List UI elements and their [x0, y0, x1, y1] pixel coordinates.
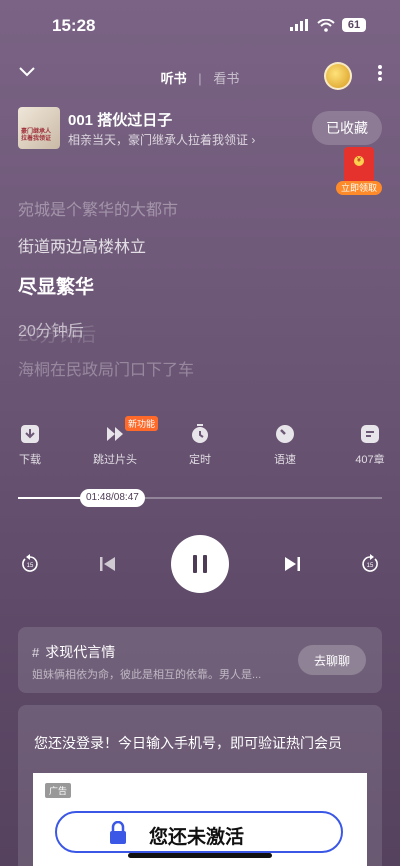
transcript-line: 宛城是个繁华的大都市: [18, 202, 179, 219]
login-promo-card: 您还没登录！今日输入手机号，即可验证热门会员 广告 您还未激活: [18, 705, 382, 866]
new-feature-badge: 新功能: [125, 416, 159, 431]
chat-button[interactable]: 去聊聊: [298, 645, 366, 675]
download-button[interactable]: 下载: [0, 424, 60, 467]
home-indicator: [128, 853, 272, 858]
timer-icon: [192, 424, 208, 443]
ad-activate-button[interactable]: 您还未激活: [55, 811, 343, 853]
rewind-15-icon: 15: [22, 554, 38, 572]
coin-icon[interactable]: [324, 62, 352, 90]
next-icon: [285, 557, 300, 571]
skip-intro-icon: [107, 427, 123, 441]
transcript-line: 海桐在民政局门口下了车: [18, 362, 195, 379]
tab-read[interactable]: 看书: [213, 71, 239, 86]
tab-listen[interactable]: 听书: [161, 71, 187, 86]
red-envelope-icon: ¥: [344, 147, 374, 183]
signal-icon: [290, 19, 308, 31]
previous-icon: [100, 557, 115, 571]
download-icon: [21, 425, 39, 443]
player-options: 下载 新功能 跳过片头 定时 语速 407章: [0, 416, 400, 472]
pause-button[interactable]: [171, 535, 229, 593]
progress-knob[interactable]: 01:48/08:47: [80, 489, 145, 507]
red-packet-label: 立即领取: [336, 181, 382, 195]
svg-text:15: 15: [27, 563, 34, 569]
wifi-icon: [317, 18, 335, 32]
next-chapter-button[interactable]: [282, 554, 302, 579]
playback-controls: 15 15: [0, 535, 400, 593]
speed-button[interactable]: 语速: [255, 424, 315, 467]
pause-icon: [193, 555, 207, 573]
skip-intro-button[interactable]: 新功能 跳过片头: [85, 416, 159, 467]
recommendation-card[interactable]: # 求现代言情 姐妹俩相依为命，彼此是相互的依靠。男人是... 去聊聊: [18, 627, 382, 693]
battery-indicator: 61: [342, 18, 366, 32]
svg-text:15: 15: [367, 563, 374, 569]
status-time: 15:28: [52, 16, 96, 35]
login-promo-text: 您还没登录！今日输入手机号，即可验证热门会员: [34, 735, 342, 751]
book-subtitle-link[interactable]: 相亲当天，豪门继承人拉着我领证 ›: [68, 131, 255, 148]
status-icons: 61: [290, 18, 366, 32]
chapter-list-icon: [361, 425, 379, 443]
favorite-button[interactable]: 已收藏: [312, 111, 382, 145]
cover-text: 豪门继承人 拉着我领证: [21, 129, 52, 142]
status-bar: 15:28 61: [0, 0, 400, 52]
recommendation-desc: 姐妹俩相依为命，彼此是相互的依靠。男人是...: [32, 669, 262, 681]
forward-15-button[interactable]: 15: [360, 554, 380, 579]
red-packet-promo[interactable]: ¥ 立即领取: [336, 147, 382, 197]
timer-button[interactable]: 定时: [170, 424, 230, 467]
chapter-title: 001 搭伙过日子: [68, 112, 173, 129]
recommendation-title: # 求现代言情: [32, 644, 116, 660]
speed-icon: [276, 425, 294, 443]
forward-15-icon: 15: [362, 554, 378, 572]
book-cover[interactable]: 豪门继承人 拉着我领证: [18, 107, 60, 149]
top-bar: 听书 | 看书: [0, 60, 400, 92]
book-info: 豪门继承人 拉着我领证 001 搭伙过日子 相亲当天，豪门继承人拉着我领证 › …: [18, 107, 382, 151]
rewind-15-button[interactable]: 15: [20, 554, 40, 579]
transcript-line: 20分钟后: [18, 323, 84, 340]
tab-separator: |: [198, 71, 202, 86]
chapters-button[interactable]: 407章: [340, 424, 400, 467]
ad-tag: 广告: [45, 783, 72, 798]
more-icon[interactable]: [378, 64, 382, 82]
lock-icon: [110, 821, 126, 844]
transcript-line-current: 尽显繁华: [18, 277, 95, 298]
hashtag-icon: #: [32, 645, 40, 660]
progress-track[interactable]: [18, 497, 382, 499]
previous-chapter-button[interactable]: [98, 554, 118, 579]
transcript-line: 街道两边高楼林立: [18, 239, 147, 256]
